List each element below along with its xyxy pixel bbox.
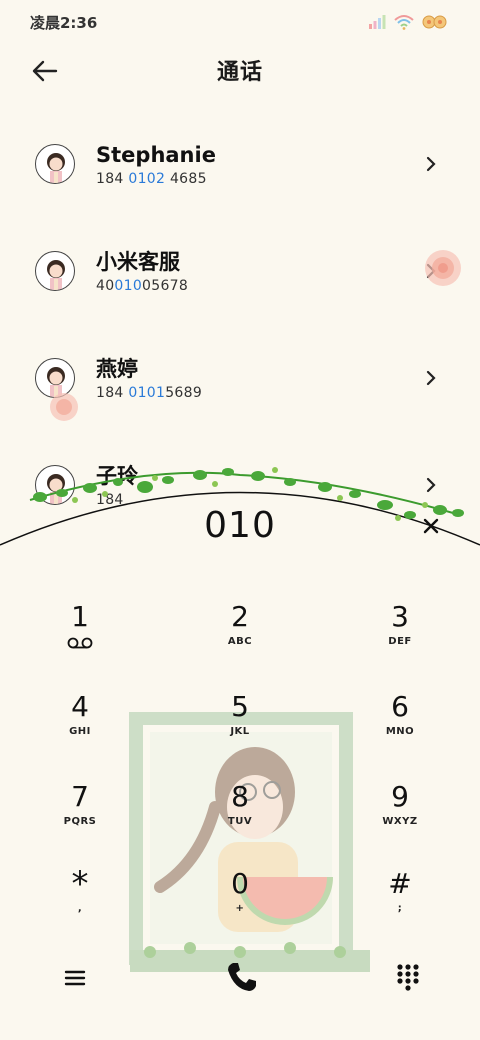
chevron-right-icon[interactable] xyxy=(424,369,438,387)
app-bar: 通话 xyxy=(0,50,480,90)
chevron-right-icon[interactable] xyxy=(424,476,438,494)
signal-icon xyxy=(369,15,386,29)
contact-number: 4001005678 xyxy=(96,277,189,294)
avatar xyxy=(35,464,75,505)
contact-list: Stephanie 184 0102 4685 小米客服 4001005678 xyxy=(0,110,480,538)
status-bar: 凌晨2:36 xyxy=(0,0,480,44)
contact-number: 184 0102 4685 xyxy=(96,170,207,187)
phone-call-icon[interactable] xyxy=(224,959,260,995)
key-6[interactable]: 6 MNO xyxy=(350,690,450,770)
page-title: 通话 xyxy=(216,60,263,85)
menu-icon[interactable] xyxy=(62,965,88,991)
key-star[interactable]: * , xyxy=(30,867,130,947)
flower-decoration-icon xyxy=(50,393,78,421)
flower-decoration-icon xyxy=(425,250,461,286)
wifi-icon xyxy=(394,15,414,30)
key-7[interactable]: 7 PQRS xyxy=(30,780,130,860)
key-5[interactable]: 5 JKL xyxy=(190,690,290,770)
status-icons xyxy=(368,14,450,30)
key-0[interactable]: 0 + xyxy=(190,867,290,947)
contact-name: Stephanie xyxy=(96,142,216,167)
key-1[interactable]: 1 xyxy=(30,600,130,680)
key-4[interactable]: 4 GHI xyxy=(30,690,130,770)
bottom-action-bar xyxy=(0,955,480,1005)
delete-icon[interactable] xyxy=(420,515,442,537)
key-3[interactable]: 3 DEF xyxy=(350,600,450,680)
key-9[interactable]: 9 WXYZ xyxy=(350,780,450,860)
contact-row[interactable]: Stephanie 184 0102 4685 xyxy=(0,110,480,217)
contact-number: 184 01015689 xyxy=(96,384,203,401)
key-hash[interactable]: # ; xyxy=(350,867,450,947)
key-8[interactable]: 8 TUV xyxy=(190,780,290,860)
avatar xyxy=(35,143,75,184)
chevron-right-icon[interactable] xyxy=(424,155,438,173)
contact-row[interactable]: 小米客服 4001005678 xyxy=(0,217,480,324)
contact-name: 子玲 xyxy=(96,463,138,488)
back-arrow-icon[interactable] xyxy=(28,54,62,88)
dial-number-display: 010 xyxy=(204,505,276,546)
status-time: 凌晨2:36 xyxy=(30,13,98,32)
contact-name: 小米客服 xyxy=(96,249,180,274)
battery-icon xyxy=(422,15,447,29)
key-2[interactable]: 2 ABC xyxy=(190,600,290,680)
dialpad-icon[interactable] xyxy=(396,963,420,991)
voicemail-icon xyxy=(67,637,93,649)
contact-name: 燕婷 xyxy=(96,356,138,381)
avatar xyxy=(35,250,75,291)
